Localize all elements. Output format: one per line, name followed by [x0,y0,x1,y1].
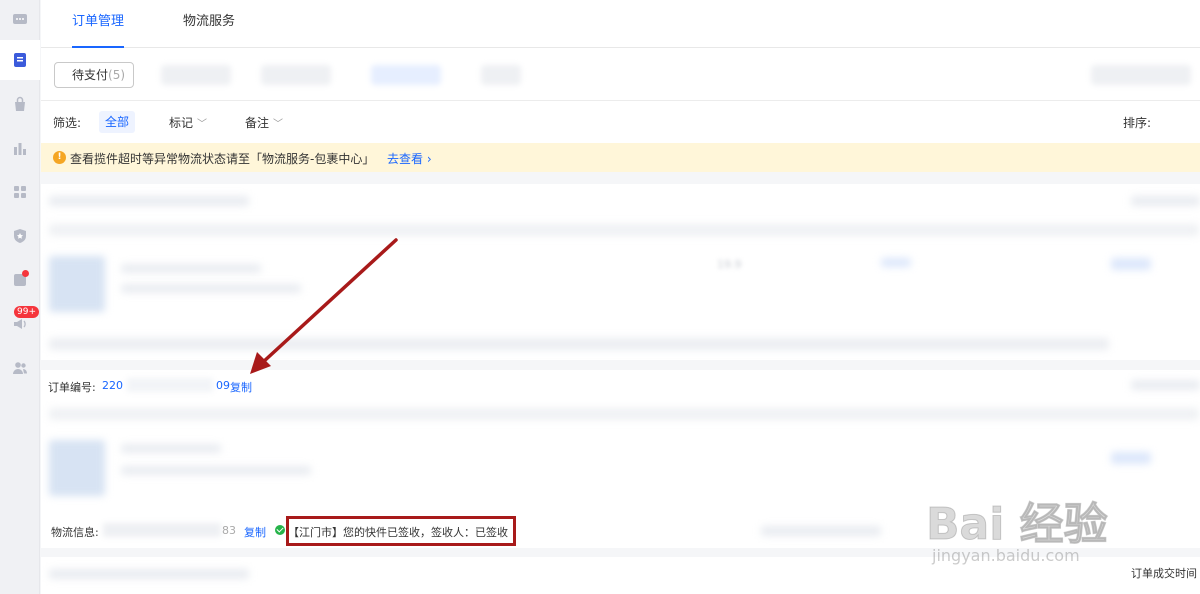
filter-mark-dropdown[interactable]: 标记 ﹀ [169,114,207,131]
divider [41,360,1200,370]
order-status-row: 待支付(5) [41,49,1200,101]
copy-order-number-button[interactable]: 复制 [230,379,252,395]
status-chip-blurred[interactable] [371,65,441,85]
search-blurred[interactable] [1091,65,1191,85]
pending-label: 待支付 [72,68,109,82]
unread-count-badge: 99+ [14,306,39,318]
highlight-box [286,516,516,546]
document-icon [14,53,26,67]
sidebar-item-stats[interactable] [0,128,40,168]
speaker-icon [14,319,26,329]
order-card-blurred: 19.9 [41,184,1200,360]
check-circle-icon [275,525,285,535]
watermark-logo: Bai 经验 [926,499,1109,551]
divider [41,172,1200,184]
notice-banner: ! 查看揽件超时等异常物流状态请至「物流服务-包裹中心」 去查看 › [41,143,1200,172]
bar-chart-icon [14,143,26,155]
notice-go-link[interactable]: 去查看 › [387,150,432,167]
notice-link-label: 去查看 [387,152,424,166]
status-chip-blurred[interactable] [161,65,231,85]
notification-dot [22,270,29,277]
order-number-label: 订单编号: [48,381,96,394]
sidebar-item-chat[interactable] [0,0,40,40]
copy-tracking-button[interactable]: 复制 [244,524,266,540]
sidebar-item-apps[interactable] [0,172,40,212]
order-number-row: 订单编号: 220 09 复制 [41,370,1200,400]
chevron-down-icon: ﹀ [197,119,208,130]
order-number-masked [127,378,213,392]
watermark-url: jingyan.baidu.com [932,546,1080,565]
tab-logistics-service[interactable]: 物流服务 [183,0,235,48]
tracking-number-end: 83 [222,524,236,537]
sidebar-item-products[interactable] [0,84,40,124]
order-number-end: 09 [216,379,230,392]
shield-icon [14,229,26,243]
tab-order-management[interactable]: 订单管理 [72,0,125,48]
notice-text: 查看揽件超时等异常物流状态请至「物流服务-包裹中心」 [70,152,375,166]
sidebar-item-users[interactable] [0,348,40,388]
logistics-label: 物流信息: [51,526,99,539]
filter-remark-dropdown[interactable]: 备注 ﹀ [245,114,283,131]
tracking-number-masked [103,523,221,537]
users-icon [13,362,27,374]
bag-icon [15,96,25,111]
baidu-watermark: Bai 经验 jingyan.baidu.com [920,470,1160,580]
status-chip-blurred[interactable] [261,65,331,85]
status-chip-blurred[interactable] [481,65,521,85]
grid-icon [14,186,26,198]
chevron-down-icon: ﹀ [273,119,284,130]
filter-all-button[interactable]: 全部 [99,111,136,133]
pending-count: (5) [108,68,126,82]
pending-payment-button[interactable]: 待支付(5) [54,62,134,88]
sidebar-item-orders[interactable] [0,40,40,80]
app-root: 99+ 订单管理 物流服务 待支付(5) 筛选: 全部 标记 ﹀ 备注 ﹀ 排序: [0,0,1200,594]
sort-label[interactable]: 排序: [1123,114,1151,131]
sidebar-item-shield[interactable] [0,216,40,256]
order-number-start: 220 [102,379,123,392]
filter-mark-label: 标记 [169,116,194,130]
sidebar-item-announcements[interactable]: 99+ [0,304,40,344]
order-amount-blurred: 19.9 [717,258,742,271]
filter-row: 筛选: 全部 标记 ﹀ 备注 ﹀ 排序: [41,102,1200,142]
top-tabs: 订单管理 物流服务 [41,0,1200,48]
sidebar-item-notes[interactable] [0,260,40,300]
warning-icon: ! [53,151,66,164]
sidebar: 99+ [0,0,40,594]
chat-icon [13,14,27,24]
filter-label: 筛选: [53,116,82,130]
filter-remark-label: 备注 [245,116,270,130]
